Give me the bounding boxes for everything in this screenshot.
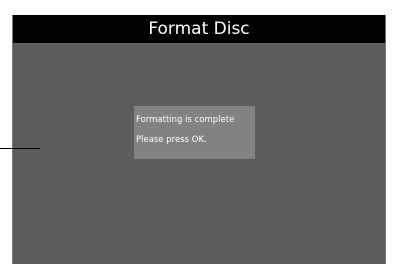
message-dialog: Formatting is complete Please press OK. (134, 106, 255, 159)
format-disc-screen: Format Disc Formatting is complete Pleas… (12, 15, 386, 264)
screen-title: Format Disc (13, 15, 385, 43)
callout-line (0, 148, 40, 149)
dialog-message-press-ok: Please press OK. (136, 135, 207, 145)
dialog-message-complete: Formatting is complete (136, 115, 235, 125)
